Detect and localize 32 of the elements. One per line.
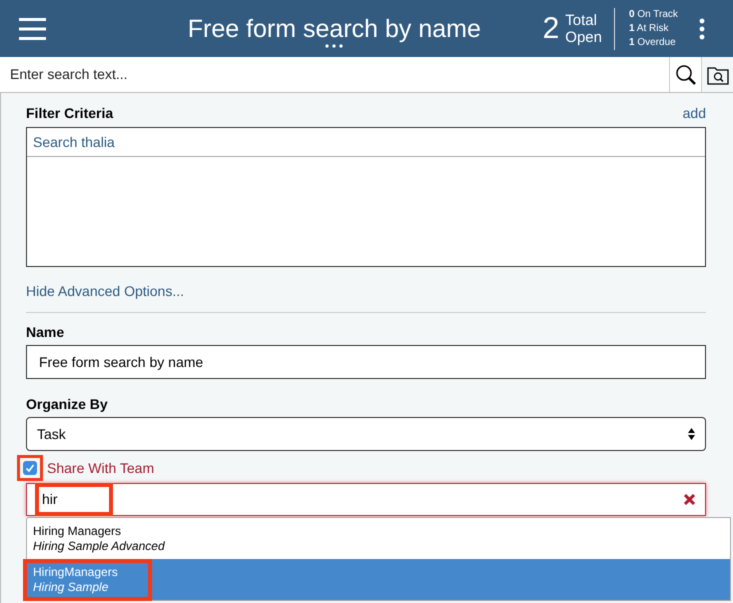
add-link[interactable]: add bbox=[682, 102, 706, 124]
filter-item[interactable]: Search thalia bbox=[27, 128, 705, 157]
option-detail: Hiring Sample bbox=[33, 580, 110, 594]
option-name: HiringManagers bbox=[33, 564, 118, 580]
field-label: Name bbox=[26, 323, 66, 340]
updown-arrow-icon bbox=[688, 428, 695, 440]
status-count: 0 On Track bbox=[629, 8, 679, 22]
option-name: Hiring Managers bbox=[33, 524, 122, 538]
search-field[interactable]: Enter search text... bbox=[0, 57, 669, 92]
folder-search-icon bbox=[706, 64, 728, 84]
field-label: Organize By bbox=[26, 395, 109, 412]
organize-select[interactable]: Task bbox=[26, 417, 706, 451]
suggestion-option[interactable]: Hiring Managers Hiring Sample Advanced bbox=[27, 518, 730, 559]
checkbox-label: Share With Team bbox=[47, 458, 154, 478]
total-label: Total bbox=[565, 12, 598, 28]
team-field[interactable]: hir bbox=[26, 483, 706, 516]
open-label: Open bbox=[565, 28, 602, 46]
name-field[interactable]: Free form search by name bbox=[26, 345, 706, 379]
menu-icon[interactable] bbox=[19, 18, 46, 40]
saved-search-button[interactable] bbox=[701, 57, 733, 92]
page-title: Free form search by name bbox=[188, 14, 481, 44]
total-count: 2 bbox=[542, 14, 560, 44]
section-label: Filter Criteria bbox=[26, 104, 114, 122]
share-checkbox[interactable] bbox=[23, 461, 37, 475]
more-vertical-icon[interactable] bbox=[699, 18, 705, 40]
search-icon bbox=[674, 64, 696, 86]
status-count: 1 Overdue bbox=[629, 36, 677, 50]
more-dots-icon[interactable] bbox=[325, 44, 344, 48]
hide-options-link[interactable]: Hide Advanced Options... bbox=[26, 281, 184, 302]
option-detail: Hiring Sample Advanced bbox=[33, 538, 165, 554]
clear-icon[interactable] bbox=[684, 494, 695, 505]
status-count: 1 At Risk bbox=[629, 22, 670, 36]
